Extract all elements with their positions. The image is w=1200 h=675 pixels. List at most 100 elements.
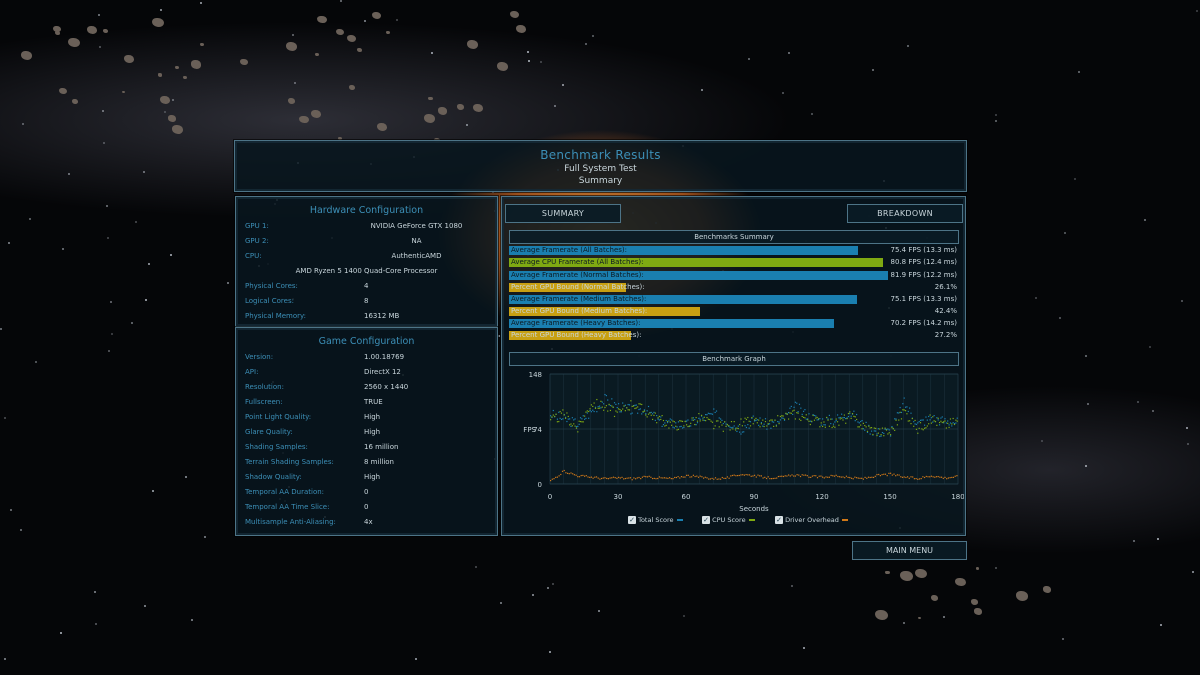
benchmark-graph: 0741480 30 60 90 120 150 180FPSSeconds	[523, 371, 964, 513]
data-point	[635, 404, 637, 406]
asteroid	[509, 10, 519, 19]
data-point	[782, 417, 784, 419]
tab-summary[interactable]: SUMMARY	[505, 204, 621, 223]
data-point	[725, 423, 727, 425]
data-point	[631, 412, 633, 414]
data-point	[845, 418, 847, 420]
data-point	[552, 409, 554, 412]
tab-breakdown[interactable]: BREAKDOWN	[847, 204, 963, 223]
data-point	[743, 474, 745, 476]
data-point	[854, 476, 856, 478]
data-point	[672, 478, 674, 480]
data-point	[558, 411, 560, 413]
data-point	[590, 404, 592, 406]
data-point	[802, 410, 805, 412]
config-value: 4x	[364, 518, 373, 526]
star	[135, 220, 137, 223]
star	[4, 416, 7, 419]
data-point	[673, 427, 675, 429]
main-menu-button[interactable]: MAIN MENU	[852, 541, 967, 560]
data-point	[786, 413, 788, 415]
data-point	[852, 478, 854, 480]
data-point	[729, 426, 731, 428]
asteroid	[347, 35, 357, 43]
data-point	[725, 425, 727, 427]
legend-driver-overhead[interactable]: ✓ Driver Overhead	[775, 516, 848, 524]
data-point	[702, 419, 704, 421]
data-point	[941, 416, 943, 418]
data-point	[840, 476, 842, 478]
data-point	[815, 417, 817, 419]
data-point	[679, 477, 681, 479]
data-point	[860, 424, 862, 426]
asteroid	[971, 599, 978, 605]
legend-cpu-score[interactable]: ✓ CPU Score	[702, 516, 755, 524]
data-point	[552, 414, 554, 416]
data-point	[677, 476, 679, 478]
data-point	[624, 477, 626, 480]
config-row: Point Light Quality: High	[236, 410, 497, 425]
star	[539, 60, 542, 63]
data-point	[757, 474, 759, 476]
checkbox-icon[interactable]: ✓	[775, 516, 783, 524]
star	[466, 123, 468, 126]
data-point	[896, 474, 898, 476]
data-point	[590, 476, 592, 478]
data-point	[925, 427, 927, 429]
data-point	[748, 474, 751, 476]
data-point	[779, 475, 781, 477]
checkbox-icon[interactable]: ✓	[628, 516, 636, 524]
data-point	[816, 477, 819, 479]
data-point	[634, 407, 636, 410]
data-point	[660, 418, 662, 421]
data-point	[932, 416, 934, 418]
data-point	[764, 476, 766, 478]
star	[68, 172, 70, 175]
config-row: GPU 1: NVIDIA GeForce GTX 1080	[236, 219, 497, 234]
data-point	[645, 414, 647, 416]
data-point	[660, 477, 662, 479]
data-point	[817, 418, 820, 420]
data-point	[846, 417, 848, 420]
star	[169, 254, 172, 257]
data-point	[699, 420, 701, 422]
data-point	[913, 425, 915, 427]
data-point	[790, 405, 792, 408]
star	[1040, 440, 1043, 443]
data-point	[733, 474, 735, 476]
legend-cpu-label: CPU Score	[712, 516, 746, 524]
data-point	[592, 405, 594, 408]
checkbox-icon[interactable]: ✓	[702, 516, 710, 524]
data-point	[551, 416, 553, 418]
y-axis-label: FPS	[523, 426, 536, 434]
data-point	[907, 420, 909, 422]
data-point	[726, 476, 728, 478]
star	[8, 242, 11, 245]
data-point	[837, 475, 839, 478]
legend-swatch	[748, 519, 755, 521]
data-point	[819, 418, 821, 420]
data-point	[577, 425, 579, 428]
summary-value: 70.2 FPS (14.2 ms)	[890, 319, 957, 327]
data-point	[907, 410, 909, 413]
legend-total-score[interactable]: ✓ Total Score	[628, 516, 683, 524]
data-point	[695, 424, 697, 426]
data-point	[588, 417, 590, 419]
page-subtitle: Full System Test	[564, 164, 637, 174]
data-point	[902, 403, 904, 405]
star	[810, 113, 813, 116]
data-point	[597, 406, 599, 408]
star	[474, 565, 477, 568]
star	[163, 110, 166, 113]
data-point	[884, 427, 886, 429]
data-point	[847, 415, 850, 418]
data-point	[842, 417, 844, 419]
data-point	[730, 421, 733, 423]
data-point	[884, 428, 886, 430]
data-point	[699, 418, 701, 420]
data-point	[857, 421, 859, 423]
data-point	[883, 435, 885, 437]
asteroid	[182, 75, 187, 79]
data-point	[820, 422, 822, 424]
data-point	[573, 423, 575, 425]
